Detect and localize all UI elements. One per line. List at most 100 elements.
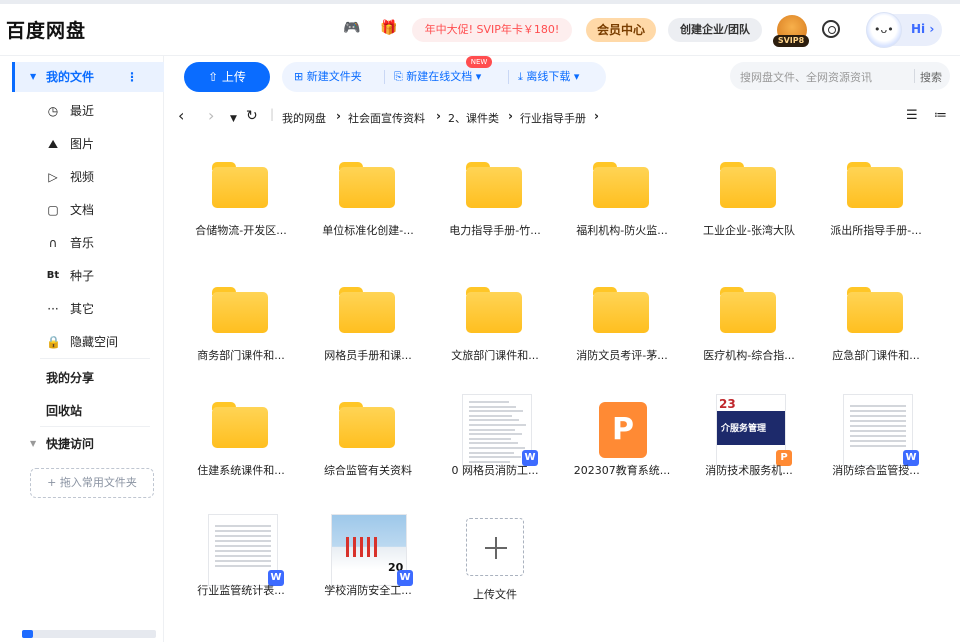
sidebar-divider bbox=[40, 358, 150, 359]
upload-button[interactable]: ⇧ 上传 bbox=[184, 62, 270, 92]
file-name: 住建系统课件和... bbox=[197, 464, 285, 477]
sidebar-item-quick-access[interactable]: ▼ 快捷访问 bbox=[12, 429, 164, 459]
refresh-icon[interactable]: ↻ bbox=[246, 106, 258, 126]
doc-text-line bbox=[469, 451, 514, 454]
sidebar-item-lock[interactable]: 🔒 隐藏空间 bbox=[12, 327, 164, 357]
drag-folder-dropzone[interactable]: + 拖入常用文件夹 bbox=[30, 468, 154, 498]
doc-text-line bbox=[850, 440, 906, 442]
doc-text-line bbox=[215, 525, 271, 527]
sidebar-item-recycle-bin[interactable]: 回收站 bbox=[46, 402, 82, 419]
new-online-doc-label: 新建在线文档 ▾ bbox=[406, 70, 482, 83]
doc-text-line bbox=[850, 420, 906, 422]
folder-item[interactable]: 工业企业-张湾大队 bbox=[690, 156, 808, 266]
folder-plus-icon: ⊞ bbox=[294, 70, 307, 83]
breadcrumb-item[interactable]: 我的网盘 bbox=[282, 110, 326, 126]
sidebar-item-my-share[interactable]: 我的分享 bbox=[46, 369, 94, 386]
file-name: 消防文员考评-茅... bbox=[576, 349, 668, 362]
file-name: 福利机构-防火监... bbox=[576, 224, 668, 237]
file-item[interactable]: P 202307教育系统... bbox=[563, 396, 681, 506]
doc-text-line bbox=[850, 430, 906, 432]
sidebar-divider bbox=[40, 426, 150, 427]
folder-item[interactable]: 消防文员考评-茅... bbox=[563, 281, 681, 391]
doc-text-line bbox=[215, 560, 271, 562]
top-border bbox=[0, 0, 960, 4]
doc-text-line bbox=[469, 456, 521, 459]
folder-item[interactable]: 派出所指导手册-... bbox=[817, 156, 935, 266]
file-name: 电力指导手册-竹... bbox=[449, 224, 541, 237]
forward-arrow-icon[interactable]: › bbox=[208, 106, 214, 126]
clock-icon: ◷ bbox=[47, 104, 59, 118]
doc-text-line bbox=[215, 535, 271, 537]
folder-item[interactable]: 住建系统课件和... bbox=[182, 396, 300, 506]
sidebar-item-label: 种子 bbox=[70, 269, 95, 283]
sidebar-item-video[interactable]: ▷ 视频 bbox=[12, 162, 164, 192]
app-logo[interactable]: 百度网盘 bbox=[6, 16, 86, 43]
new-folder-button[interactable]: ⊞ 新建文件夹 bbox=[294, 62, 362, 92]
folder-item[interactable]: 单位标准化创建-... bbox=[309, 156, 427, 266]
folder-item[interactable]: 福利机构-防火监... bbox=[563, 156, 681, 266]
promo-banner[interactable]: 年中大促! SVIP年卡￥180! bbox=[412, 18, 572, 42]
doc-text-line bbox=[469, 405, 516, 408]
file-item[interactable]: W0 网格员消防工... bbox=[436, 394, 554, 506]
sidebar-item-my-files[interactable]: ▼ 我的文件 ⋮ bbox=[12, 62, 164, 92]
file-name: 派出所指导手册-... bbox=[830, 224, 922, 237]
sort-icon[interactable]: ☰ bbox=[906, 106, 918, 126]
main-panel: ⇧ 上传 ⊞ 新建文件夹 ⎘ 新建在线文档 ▾ NEW ⤓ 离线下载 ▾ 搜网盘… bbox=[164, 56, 960, 642]
ppt-file-icon: P bbox=[599, 402, 647, 458]
search-box[interactable]: 搜网盘文件、全网资源资讯 搜索 bbox=[730, 62, 950, 90]
folder-item[interactable]: 文旅部门课件和... bbox=[436, 281, 554, 391]
file-name: 0 网格员消防工... bbox=[451, 464, 539, 477]
gift-icon[interactable]: 🎁 bbox=[380, 20, 398, 36]
folder-item[interactable]: 网格员手册和课... bbox=[309, 281, 427, 391]
sidebar-item-image[interactable]: ⛰ 图片 bbox=[12, 129, 164, 159]
sidebar-item-torrent[interactable]: Bt 种子 bbox=[12, 261, 164, 291]
vip-center-button[interactable]: 会员中心 bbox=[586, 18, 656, 42]
upload-file-tile[interactable]: 上传文件 bbox=[436, 516, 554, 626]
offline-download-button[interactable]: ⤓ 离线下载 ▾ bbox=[518, 62, 579, 92]
file-name: 应急部门课件和... bbox=[832, 349, 920, 362]
folder-item[interactable]: 综合监管有关资料 bbox=[309, 396, 427, 506]
sidebar-item-label: 图片 bbox=[70, 137, 95, 151]
doc-text-line bbox=[215, 540, 271, 542]
history-dropdown-icon[interactable]: ▼ bbox=[230, 109, 237, 129]
sidebar-item-label: 文档 bbox=[70, 203, 95, 217]
file-name: 消防技术服务机... bbox=[705, 464, 793, 477]
file-item[interactable]: W 行业监管统计表... bbox=[182, 514, 300, 626]
folder-icon bbox=[466, 162, 522, 208]
caret-down-icon: ▼ bbox=[30, 439, 37, 448]
sidebar-item-more[interactable]: ··· 其它 bbox=[12, 294, 164, 324]
doc-text-line bbox=[469, 442, 518, 445]
breadcrumb-item[interactable]: 2、课件类 bbox=[448, 110, 499, 126]
more-vertical-icon[interactable]: ⋮ bbox=[126, 62, 138, 92]
folder-item[interactable]: 医疗机构-综合指... bbox=[690, 281, 808, 391]
game-icon[interactable]: 🎮 bbox=[343, 20, 361, 36]
sidebar-item-document[interactable]: ▢ 文档 bbox=[12, 195, 164, 225]
folder-item[interactable]: 商务部门课件和... bbox=[182, 281, 300, 391]
folder-item[interactable]: 电力指导手册-竹... bbox=[436, 156, 554, 266]
create-enterprise-button[interactable]: 创建企业/团队 bbox=[668, 18, 762, 42]
assistant-avatar-icon bbox=[866, 12, 902, 48]
folder-icon bbox=[339, 162, 395, 208]
file-item[interactable]: W 消防综合监管授... bbox=[817, 394, 935, 506]
sidebar-item-label: 隐藏空间 bbox=[70, 335, 119, 349]
assistant-button[interactable]: Hi › bbox=[866, 12, 942, 48]
video-icon: ▷ bbox=[48, 170, 58, 184]
view-toggle-icon[interactable]: ≔ bbox=[934, 106, 947, 126]
back-arrow-icon[interactable]: ‹ bbox=[178, 106, 184, 126]
folder-item[interactable]: 合储物流-开发区... bbox=[182, 156, 300, 266]
breadcrumb-item[interactable]: 行业指导手册 bbox=[520, 110, 586, 126]
sidebar-item-label: 视频 bbox=[70, 170, 95, 184]
image-icon: ⛰ bbox=[47, 137, 59, 151]
file-item[interactable]: 介服务管理 23 P 消防技术服务机... bbox=[690, 394, 808, 506]
search-input[interactable]: 搜网盘文件、全网资源资讯 bbox=[740, 69, 872, 85]
headphones-icon: ∩ bbox=[48, 236, 58, 250]
sidebar-item-headphones[interactable]: ∩ 音乐 bbox=[12, 228, 164, 258]
file-item[interactable]: 20 W 学校消防安全工... bbox=[309, 514, 427, 626]
settings-icon[interactable] bbox=[822, 20, 840, 38]
search-button[interactable]: 搜索 bbox=[920, 69, 942, 85]
breadcrumb-item[interactable]: 社会面宣传资料 bbox=[348, 110, 425, 126]
folder-icon bbox=[212, 402, 268, 448]
folder-item[interactable]: 应急部门课件和... bbox=[817, 281, 935, 391]
torrent-icon: Bt bbox=[46, 270, 60, 281]
sidebar-item-clock[interactable]: ◷ 最近 bbox=[12, 96, 164, 126]
